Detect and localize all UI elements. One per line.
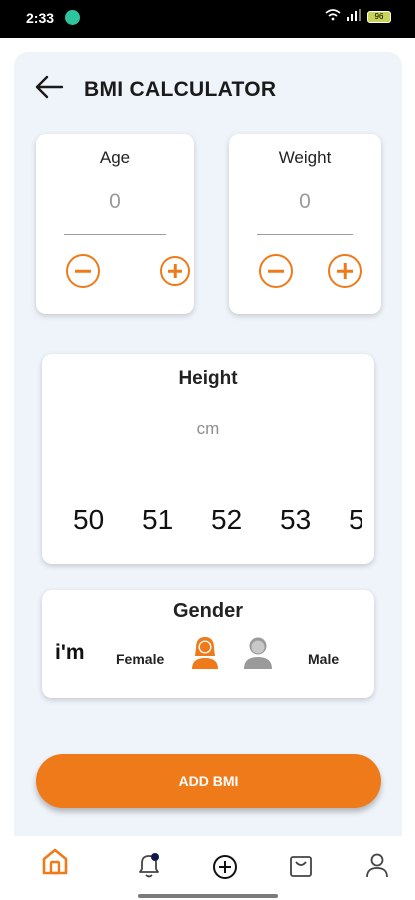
weight-decrement-button[interactable] xyxy=(259,254,293,288)
gender-label: Gender xyxy=(172,600,244,622)
ruler-value[interactable]: 5 xyxy=(349,504,362,536)
wifi-icon xyxy=(325,9,341,24)
weight-underline xyxy=(257,234,353,235)
ruler-value[interactable]: 53 xyxy=(280,504,311,536)
age-label: Age xyxy=(99,148,131,167)
home-icon[interactable] xyxy=(40,846,70,876)
signal-icon xyxy=(347,9,361,24)
back-arrow-icon[interactable] xyxy=(34,74,64,100)
height-unit: cm xyxy=(196,419,220,438)
age-decrement-button[interactable] xyxy=(66,254,100,288)
status-bar: 2:33 96 xyxy=(0,0,415,38)
bottom-nav xyxy=(0,836,415,900)
male-label[interactable]: Male xyxy=(308,651,339,667)
plus-stroke xyxy=(343,263,347,279)
age-underline xyxy=(64,234,166,235)
im-label: i'm xyxy=(55,641,85,664)
height-card: Height cm 50 51 52 53 5 xyxy=(42,354,374,564)
gesture-bar xyxy=(138,894,278,898)
main-content: BMI CALCULATOR Age 0 Weight 0 Height cm … xyxy=(14,52,402,836)
age-increment-button[interactable] xyxy=(160,256,190,286)
height-ruler[interactable]: 50 51 52 53 5 xyxy=(42,504,362,548)
male-avatar-icon[interactable] xyxy=(242,634,274,670)
weight-increment-button[interactable] xyxy=(328,254,362,288)
add-bmi-button[interactable]: ADD BMI xyxy=(36,754,381,808)
ruler-value[interactable]: 50 xyxy=(73,504,104,536)
plus-circle-icon[interactable] xyxy=(210,852,240,882)
battery-icon: 96 xyxy=(367,10,391,23)
weight-value[interactable]: 0 xyxy=(229,190,381,214)
weight-label: Weight xyxy=(278,148,332,167)
weight-card: Weight 0 xyxy=(229,134,381,314)
female-avatar-icon[interactable] xyxy=(190,634,220,670)
ruler-value[interactable]: 51 xyxy=(142,504,173,536)
height-label: Height xyxy=(178,368,238,389)
user-icon[interactable] xyxy=(362,850,392,880)
ruler-value[interactable]: 52 xyxy=(211,504,242,536)
shopping-bag-icon[interactable] xyxy=(286,850,316,880)
status-icons: 96 xyxy=(325,9,391,24)
female-label[interactable]: Female xyxy=(116,651,164,667)
bell-icon[interactable] xyxy=(134,850,164,880)
page-title: BMI CALCULATOR xyxy=(84,78,277,101)
age-card: Age 0 xyxy=(36,134,194,314)
gender-card: Gender i'm Female Male xyxy=(42,590,374,698)
age-value[interactable]: 0 xyxy=(36,190,194,214)
app-notification-icon xyxy=(65,10,80,25)
status-time: 2:33 xyxy=(26,10,55,26)
